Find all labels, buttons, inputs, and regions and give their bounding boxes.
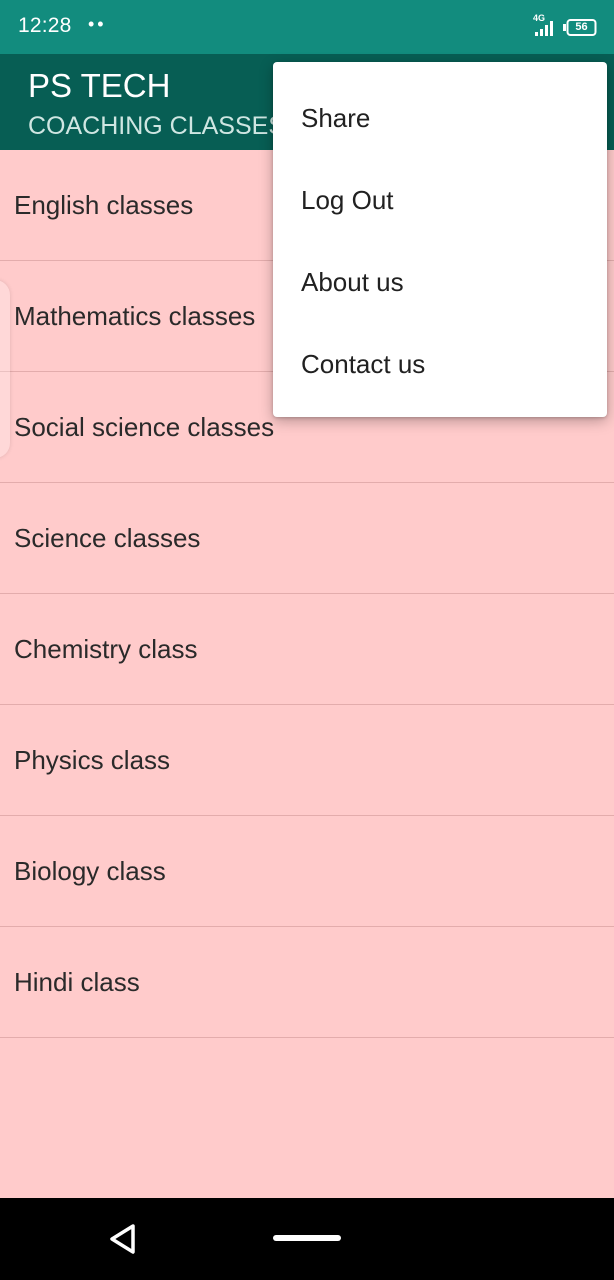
status-bar: 12:28 •• 4G 56	[0, 0, 614, 54]
list-item-label: Physics class	[14, 745, 171, 775]
home-pill-icon[interactable]	[273, 1235, 341, 1241]
app-subtitle: COACHING CLASSES	[28, 112, 286, 140]
list-item-label: Biology class	[14, 856, 166, 886]
menu-item-about-us[interactable]: About us	[273, 241, 607, 323]
list-item-label: Science classes	[14, 523, 201, 553]
menu-item-label: About us	[301, 267, 404, 297]
list-item-label: English classes	[14, 190, 194, 220]
menu-item-label: Log Out	[301, 185, 394, 215]
back-triangle-icon[interactable]	[106, 1222, 140, 1256]
list-item[interactable]: Biology class	[0, 816, 614, 927]
list-item-label: Hindi class	[14, 967, 140, 997]
list-item[interactable]: Chemistry class	[0, 594, 614, 705]
signal-icon	[535, 21, 553, 36]
overflow-menu: Share Log Out About us Contact us	[273, 62, 607, 417]
notification-dots: ••	[88, 14, 107, 34]
menu-item-label: Contact us	[301, 349, 426, 379]
edge-swipe-handle[interactable]	[0, 280, 10, 458]
battery-level: 56	[575, 21, 588, 33]
app-title: PS TECH	[28, 67, 171, 104]
status-time: 12:28	[18, 14, 72, 37]
list-item-label: Social science classes	[14, 412, 275, 442]
list-item[interactable]: Physics class	[0, 705, 614, 816]
list-item-label: Mathematics classes	[14, 301, 256, 331]
list-item-label: Chemistry class	[14, 634, 198, 664]
menu-item-log-out[interactable]: Log Out	[273, 159, 607, 241]
list-item[interactable]: Science classes	[0, 483, 614, 594]
screen: 12:28 •• 4G 56 PS TECH COACHING CLASSES …	[0, 0, 614, 1280]
menu-item-share[interactable]: Share	[273, 77, 607, 159]
menu-item-label: Share	[301, 103, 371, 133]
menu-item-contact-us[interactable]: Contact us	[273, 323, 607, 405]
list-item[interactable]: Hindi class	[0, 927, 614, 1038]
navigation-bar	[0, 1198, 614, 1280]
